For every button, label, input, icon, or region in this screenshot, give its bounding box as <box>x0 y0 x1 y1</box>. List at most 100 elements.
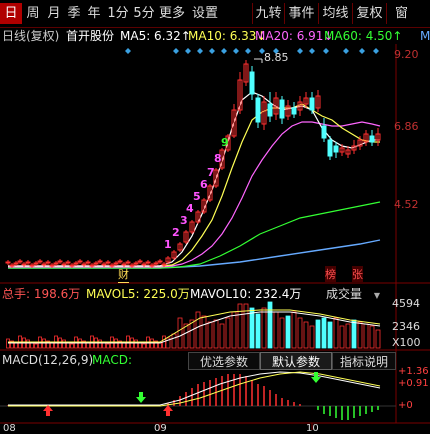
x-axis-08: 08 <box>3 423 16 434</box>
candle-body <box>41 263 47 266</box>
signal-diamond <box>173 48 179 54</box>
volume-bar <box>261 307 267 349</box>
volume-bar <box>345 323 351 349</box>
candle-body <box>5 261 11 264</box>
candle-body <box>25 261 31 264</box>
macd-axis-top: +1.36 <box>398 366 429 377</box>
volume-bar <box>231 311 237 349</box>
signal-diamond <box>125 48 131 54</box>
volume-bar <box>34 343 38 349</box>
candle-body <box>327 139 333 157</box>
nine-turn-count: 6 <box>200 178 208 191</box>
volume-bar <box>207 321 213 349</box>
nine-turn-count: 8 <box>214 152 222 165</box>
volume-bar <box>195 311 201 349</box>
volume-bar <box>255 313 261 349</box>
volume-axis-unit: X100 <box>392 336 421 349</box>
nine-turn-count: 1 <box>164 238 172 251</box>
nine-turn-count: 7 <box>207 166 215 179</box>
x-axis-09: 09 <box>154 423 167 434</box>
candle-body <box>161 263 167 266</box>
x-axis-10: 10 <box>306 423 319 434</box>
volume-bar <box>26 339 30 349</box>
candle-body <box>109 264 115 267</box>
volume-bar <box>327 321 333 349</box>
dragon-tiger-marker[interactable]: 榜 <box>325 266 336 282</box>
candle-body <box>21 263 27 266</box>
volume-total: 总手: 198.6万 <box>2 287 81 301</box>
nine-turn-count: 5 <box>193 190 201 203</box>
candle-body <box>69 264 75 267</box>
candle-body <box>333 145 339 153</box>
dif-line <box>8 371 381 406</box>
candle-body <box>267 103 273 117</box>
buy-arrow-icon <box>163 405 173 416</box>
candle-body <box>53 262 59 265</box>
default-params-button[interactable]: 默认参数 <box>260 352 332 370</box>
nine-turn-count: 9 <box>221 136 229 149</box>
volume-bar <box>273 311 279 349</box>
candle-body <box>77 260 83 263</box>
volume-bar <box>50 342 54 349</box>
macd-label: MACD(12,26,9) <box>2 353 94 367</box>
candle-body <box>37 260 43 263</box>
candle-body <box>93 262 99 265</box>
candle-body <box>49 264 55 267</box>
candle-body <box>105 261 111 264</box>
candle-body <box>73 262 79 265</box>
indicator-dropdown[interactable]: 成交量 ▼ <box>326 286 380 302</box>
volume-bar <box>363 323 369 349</box>
volume-bar <box>122 342 126 349</box>
high-price-label: 8.85 <box>264 51 289 64</box>
volume-bar <box>333 317 339 349</box>
candle-body <box>125 261 131 264</box>
macd-axis-zero: +0 <box>398 400 413 411</box>
volume-bar <box>177 317 183 349</box>
signal-diamond <box>209 48 215 54</box>
candle-body <box>157 260 163 263</box>
volume-bar <box>158 342 162 349</box>
volume-bar <box>249 307 255 349</box>
optimized-params-button[interactable]: 优选参数 <box>188 352 260 370</box>
candle-body <box>33 262 39 265</box>
volume-axis-top: 4594 <box>392 297 420 310</box>
volume-bar <box>213 319 219 349</box>
candle-body <box>133 262 139 265</box>
signal-diamond <box>373 48 379 54</box>
signal-diamond <box>359 48 365 54</box>
limit-up-marker[interactable]: 张 <box>352 266 363 282</box>
candle-body <box>13 262 19 265</box>
signal-diamond <box>233 48 239 54</box>
signal-diamond <box>245 48 251 54</box>
volume-bar <box>171 333 177 349</box>
earnings-marker[interactable]: 财 <box>118 266 129 283</box>
volume-bar <box>297 317 303 349</box>
indicator-help-button[interactable]: 指标说明 <box>332 352 396 370</box>
candle-body <box>291 107 297 115</box>
volume-bar <box>267 301 273 349</box>
volume-bar <box>369 325 375 349</box>
price-axis-top: 9.20 <box>394 48 419 61</box>
candle-body <box>17 260 23 263</box>
candle-body <box>153 262 159 265</box>
candle-body <box>141 263 147 266</box>
candle-body <box>9 264 15 267</box>
volume-axis-mid: 2346 <box>392 320 420 333</box>
candle-body <box>45 261 51 264</box>
candle-body <box>321 125 327 139</box>
volume-bar <box>62 339 66 349</box>
volume-bar <box>285 315 291 349</box>
candle-body <box>97 260 103 263</box>
candle-body <box>113 262 119 265</box>
candle-body <box>101 263 107 266</box>
volume-bar <box>219 323 225 349</box>
sell-arrow-icon <box>136 392 146 403</box>
candle-body <box>117 260 123 263</box>
indicator-dropdown-label: 成交量 <box>326 287 363 301</box>
signal-diamond <box>323 48 329 54</box>
nine-turn-count: 3 <box>180 214 188 227</box>
signal-diamond <box>309 48 315 54</box>
nine-turn-count: 4 <box>186 202 194 215</box>
chevron-down-icon: ▼ <box>373 291 380 300</box>
volume-bar <box>357 321 363 349</box>
